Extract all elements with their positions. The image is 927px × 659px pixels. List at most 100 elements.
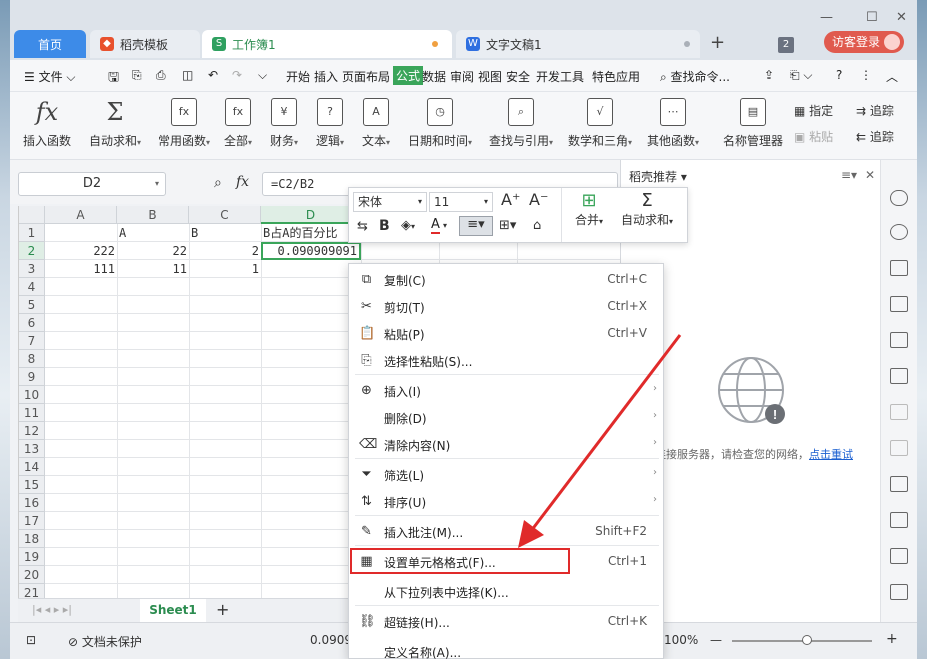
share-panel-icon[interactable]: [890, 512, 908, 528]
panel-close-icon[interactable]: ✕: [865, 168, 875, 182]
sheet-nav-arrows[interactable]: |◂ ◂ ▸ ▸|: [32, 603, 72, 616]
text-button[interactable]: A 文本▾: [356, 98, 396, 149]
border-icon[interactable]: ⊞▾: [499, 218, 516, 233]
row-header-20[interactable]: 20: [19, 566, 45, 584]
menu-item-12[interactable]: ⛓ 超链接(H)... Ctrl+K: [349, 608, 665, 635]
menu-security[interactable]: 安全: [506, 68, 530, 85]
finance-button[interactable]: ¥ 财务▾: [264, 98, 304, 149]
paste-name-button[interactable]: ▣ 粘贴: [794, 128, 833, 145]
trace-precedents-button[interactable]: ⇉ 追踪: [856, 102, 894, 119]
help-icon[interactable]: ?: [836, 68, 842, 82]
backup-icon[interactable]: [890, 440, 908, 456]
define-button[interactable]: ▦ 指定: [794, 102, 833, 119]
menu-special[interactable]: 特色应用: [592, 68, 640, 85]
column-header-a[interactable]: A: [45, 206, 117, 224]
print-icon[interactable]: ⎙: [156, 68, 166, 83]
all-functions-button[interactable]: fx 全部▾: [218, 98, 258, 149]
panel-menu-icon[interactable]: ≡▾: [841, 168, 857, 182]
clear-format-icon[interactable]: ⌂: [533, 218, 541, 233]
row-header-6[interactable]: 6: [19, 314, 45, 332]
cell-d2-selected[interactable]: 0.090909091: [261, 242, 361, 260]
cell-a3[interactable]: 111: [45, 260, 117, 278]
align-button[interactable]: ≡▾: [459, 216, 493, 236]
menu-review[interactable]: 审阅: [450, 68, 474, 85]
zoom-in-icon[interactable]: +: [886, 631, 898, 647]
cell-d1[interactable]: B占A的百分比: [261, 224, 339, 242]
protection-status[interactable]: ⊘ 文档未保护: [68, 633, 142, 650]
close-button[interactable]: ✕: [896, 10, 907, 25]
row-header-14[interactable]: 14: [19, 458, 45, 476]
tab-workbook[interactable]: S 工作簿1: [202, 30, 452, 58]
font-size-select[interactable]: 11 ▾: [429, 192, 493, 212]
add-sheet-button[interactable]: +: [216, 600, 229, 619]
cell-c3[interactable]: 1: [189, 260, 261, 278]
collapse-ribbon-icon[interactable]: ︿: [886, 68, 898, 85]
column-header-b[interactable]: B: [117, 206, 189, 224]
row-header-10[interactable]: 10: [19, 386, 45, 404]
settings-icon[interactable]: [890, 404, 908, 420]
datetime-button[interactable]: ◷ 日期和时间▾: [402, 98, 478, 149]
share-icon[interactable]: ⇪: [764, 68, 774, 82]
zoom-slider-thumb[interactable]: [802, 635, 812, 645]
wrap-icon[interactable]: ⇆: [357, 219, 368, 234]
redo-icon[interactable]: ↷: [232, 68, 242, 82]
fx-label[interactable]: fx: [236, 174, 249, 190]
row-header-9[interactable]: 9: [19, 368, 45, 386]
menu-item-11[interactable]: 从下拉列表中选择(K)...: [349, 578, 665, 605]
column-header-d[interactable]: D: [261, 206, 361, 224]
menu-item-13[interactable]: 定义名称(A)...: [349, 638, 665, 659]
row-header-19[interactable]: 19: [19, 548, 45, 566]
more-dots-icon[interactable]: ⋮: [860, 68, 872, 82]
tab-document[interactable]: W 文字文稿1: [456, 30, 700, 58]
bold-icon[interactable]: B: [379, 218, 390, 234]
row-header-13[interactable]: 13: [19, 440, 45, 458]
export-icon[interactable]: ⎗ ⌵: [790, 68, 813, 83]
lookup-button[interactable]: ⌕ 查找与引用▾: [482, 98, 560, 149]
image-tool-icon[interactable]: [890, 476, 908, 492]
row-header-5[interactable]: 5: [19, 296, 45, 314]
logic-button[interactable]: ? 逻辑▾: [310, 98, 350, 149]
merge-button[interactable]: ⊞ 合并▾: [575, 190, 603, 228]
menu-insert[interactable]: 插入: [314, 68, 338, 85]
tab-home[interactable]: 首页: [14, 30, 86, 58]
font-color-caret[interactable]: ▾: [443, 221, 447, 230]
panel-title[interactable]: 稻壳推荐 ▾: [629, 168, 687, 185]
shrink-font-icon[interactable]: A⁻: [529, 190, 548, 209]
select-all-corner[interactable]: [19, 206, 45, 224]
menu-data[interactable]: 数据: [422, 68, 446, 85]
row-header-15[interactable]: 15: [19, 476, 45, 494]
cell-b1[interactable]: A: [117, 224, 128, 242]
row-header-7[interactable]: 7: [19, 332, 45, 350]
save-icon[interactable]: 🖫: [108, 68, 119, 90]
trace-dependents-button[interactable]: ⇇ 追踪: [856, 128, 894, 145]
minimize-button[interactable]: —: [820, 10, 833, 25]
row-header-12[interactable]: 12: [19, 422, 45, 440]
command-search[interactable]: ⌕ 查找命令...: [660, 68, 730, 85]
preview-icon[interactable]: ◫: [182, 68, 193, 82]
font-name-select[interactable]: 宋体 ▾: [353, 192, 427, 212]
zoom-formula-icon[interactable]: ⌕: [214, 175, 222, 191]
new-tab-button[interactable]: +: [710, 32, 725, 53]
menu-item-1[interactable]: ✂ 剪切(T) Ctrl+X: [349, 293, 665, 320]
row-header-18[interactable]: 18: [19, 530, 45, 548]
cell-c1[interactable]: B: [189, 224, 200, 242]
cell-c2[interactable]: 2: [189, 242, 261, 260]
file-menu[interactable]: ☰ 文件 ⌵: [24, 68, 76, 85]
style-icon[interactable]: [890, 260, 908, 276]
more-icon[interactable]: ⌵: [258, 68, 267, 83]
maximize-button[interactable]: ☐: [866, 10, 878, 25]
row-header-4[interactable]: 4: [19, 278, 45, 296]
math-button[interactable]: √ 数学和三角▾: [562, 98, 638, 149]
font-color-icon[interactable]: A: [431, 218, 440, 234]
column-header-c[interactable]: C: [189, 206, 261, 224]
row-header-8[interactable]: 8: [19, 350, 45, 368]
login-button[interactable]: 访客登录: [824, 31, 904, 53]
zoom-out-icon[interactable]: —: [710, 633, 722, 647]
row-header-17[interactable]: 17: [19, 512, 45, 530]
cell-b2[interactable]: 22: [117, 242, 189, 260]
mini-autosum-button[interactable]: Σ 自动求和▾: [621, 190, 673, 228]
name-manager-button[interactable]: ▤ 名称管理器: [720, 98, 786, 149]
row-header-11[interactable]: 11: [19, 404, 45, 422]
table-icon[interactable]: [890, 296, 908, 312]
sheet-tab-sheet1[interactable]: Sheet1: [140, 599, 206, 622]
